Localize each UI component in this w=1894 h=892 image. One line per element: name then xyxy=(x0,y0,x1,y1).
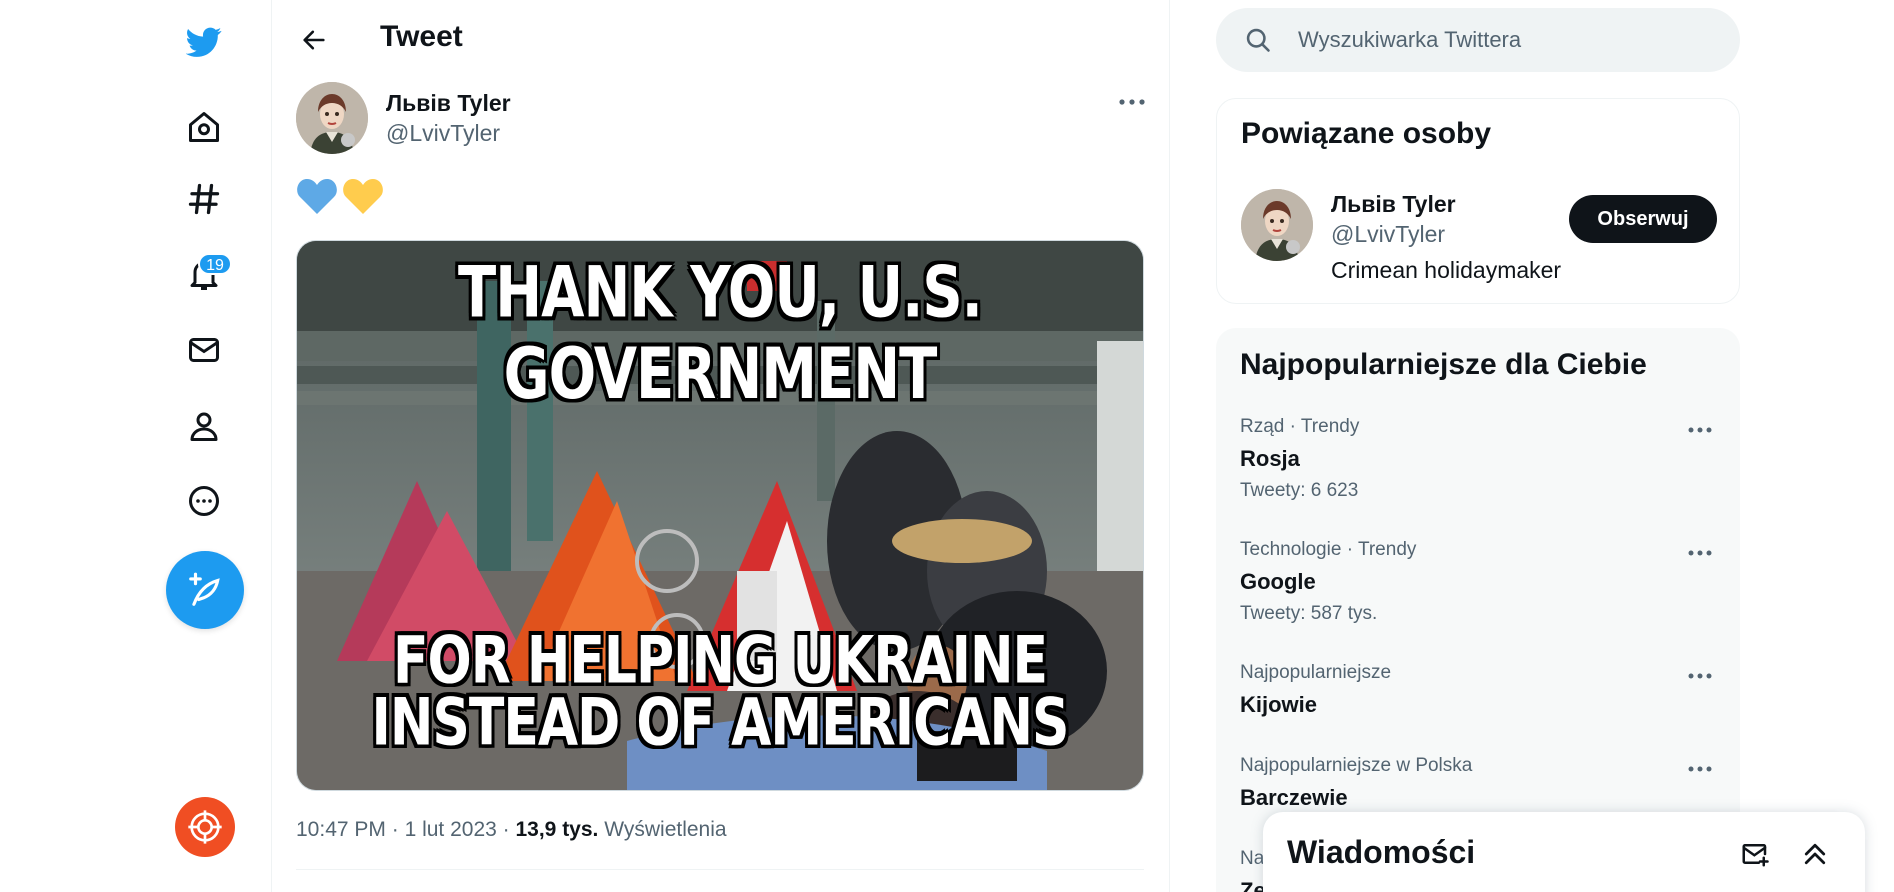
divider xyxy=(296,869,1144,870)
target-crosshair-icon[interactable] xyxy=(175,797,235,857)
trend-context: Na xyxy=(1240,848,1265,869)
tweet-image[interactable]: THANK YOU, U.S. GOVERNMENT FOR HELPING U… xyxy=(296,240,1144,791)
image-caption-bottom-line-2: INSTEAD OF AMERICANS xyxy=(371,685,1070,761)
explore-hashtag-icon[interactable] xyxy=(174,169,234,229)
search-icon xyxy=(1246,28,1270,52)
trends-title: Najpopularniejsze dla Ciebie xyxy=(1240,348,1647,381)
author-name[interactable]: Львів Tyler xyxy=(386,90,511,117)
trend-context: Technologie · Trendy xyxy=(1240,539,1417,560)
trend-more-options-icon[interactable] xyxy=(1680,410,1720,450)
related-people-title: Powiązane osoby xyxy=(1241,117,1492,150)
trend-topic: Google xyxy=(1240,569,1316,594)
related-person-name[interactable]: Львів Tyler xyxy=(1331,191,1456,218)
profile-person-icon[interactable] xyxy=(174,396,234,456)
tweet-more-options-icon[interactable] xyxy=(1112,82,1152,122)
trends-card: Najpopularniejsze dla Ciebie Rząd · Tren… xyxy=(1216,328,1740,892)
follow-button[interactable]: Obserwuj xyxy=(1569,195,1717,243)
trend-topic: Rosja xyxy=(1240,446,1300,471)
image-caption-top: THANK YOU, U.S. GOVERNMENT xyxy=(458,252,983,416)
left-navigation: 19 xyxy=(0,0,272,892)
tweet-metadata: 10:47 PM · 1 lut 2023 · 13,9 tys. Wyświe… xyxy=(296,818,727,841)
related-person-handle[interactable]: @LvivTyler xyxy=(1331,221,1445,248)
trend-count: Tweety: 6 623 xyxy=(1240,480,1359,501)
back-arrow-icon[interactable] xyxy=(292,18,336,62)
trend-topic: Barczewie xyxy=(1240,785,1348,810)
messages-drawer-title: Wiadomości xyxy=(1287,834,1476,870)
author-handle[interactable]: @LvivTyler xyxy=(386,120,500,147)
trend-more-options-icon[interactable] xyxy=(1680,656,1720,696)
blue-heart-icon xyxy=(297,179,337,214)
new-message-icon[interactable] xyxy=(1733,832,1777,876)
trend-more-options-icon[interactable] xyxy=(1680,749,1720,789)
home-icon[interactable] xyxy=(174,97,234,157)
trend-context: Najpopularniejsze xyxy=(1240,662,1392,683)
trend-context: Rząd · Trendy xyxy=(1240,416,1360,437)
tweet-text xyxy=(296,176,384,216)
trend-item[interactable]: Technologie · Trendy Google Tweety: 587 … xyxy=(1216,539,1740,649)
trend-item[interactable]: Najpopularniejsze Kijowie xyxy=(1216,662,1740,742)
more-circle-icon[interactable] xyxy=(174,471,234,531)
expand-chevrons-up-icon[interactable] xyxy=(1793,832,1837,876)
yellow-heart-icon xyxy=(343,179,383,214)
trend-more-options-icon[interactable] xyxy=(1680,533,1720,573)
related-person-bio: Crimean holidaymaker xyxy=(1331,257,1562,283)
twitter-logo-icon[interactable] xyxy=(174,12,234,72)
related-people-card: Powiązane osoby Львів Tyler @LvivTyler C… xyxy=(1216,98,1740,304)
views-label: Wyświetlenia xyxy=(604,818,727,841)
search-input[interactable] xyxy=(1298,20,1718,60)
messages-drawer[interactable]: Wiadomości xyxy=(1263,812,1865,892)
trend-topic: Kijowie xyxy=(1240,692,1318,717)
trend-count: Tweety: 587 tys. xyxy=(1240,603,1378,624)
search-bar[interactable] xyxy=(1216,8,1740,72)
feather-plus-icon xyxy=(189,572,220,606)
author-avatar[interactable] xyxy=(296,82,368,154)
notifications-bell-icon[interactable]: 19 xyxy=(174,245,234,305)
page-title: Tweet xyxy=(380,20,463,53)
trend-topic: Ze xyxy=(1240,878,1266,892)
compose-tweet-button[interactable] xyxy=(166,551,244,629)
main-column: Tweet Львів Tyler @LvivTyler THANK YOU, … xyxy=(272,0,1170,892)
tweet-date[interactable]: 1 lut 2023 xyxy=(405,818,497,841)
views-count: 13,9 tys. xyxy=(515,818,599,841)
tweet-time[interactable]: 10:47 PM xyxy=(296,818,386,841)
notification-count-badge: 19 xyxy=(198,253,232,275)
trend-item[interactable]: Rząd · Trendy Rosja Tweety: 6 623 xyxy=(1216,416,1740,526)
related-person-avatar[interactable] xyxy=(1241,189,1313,261)
trend-context: Najpopularniejsze w Polska xyxy=(1240,755,1473,776)
messages-envelope-icon[interactable] xyxy=(174,320,234,380)
